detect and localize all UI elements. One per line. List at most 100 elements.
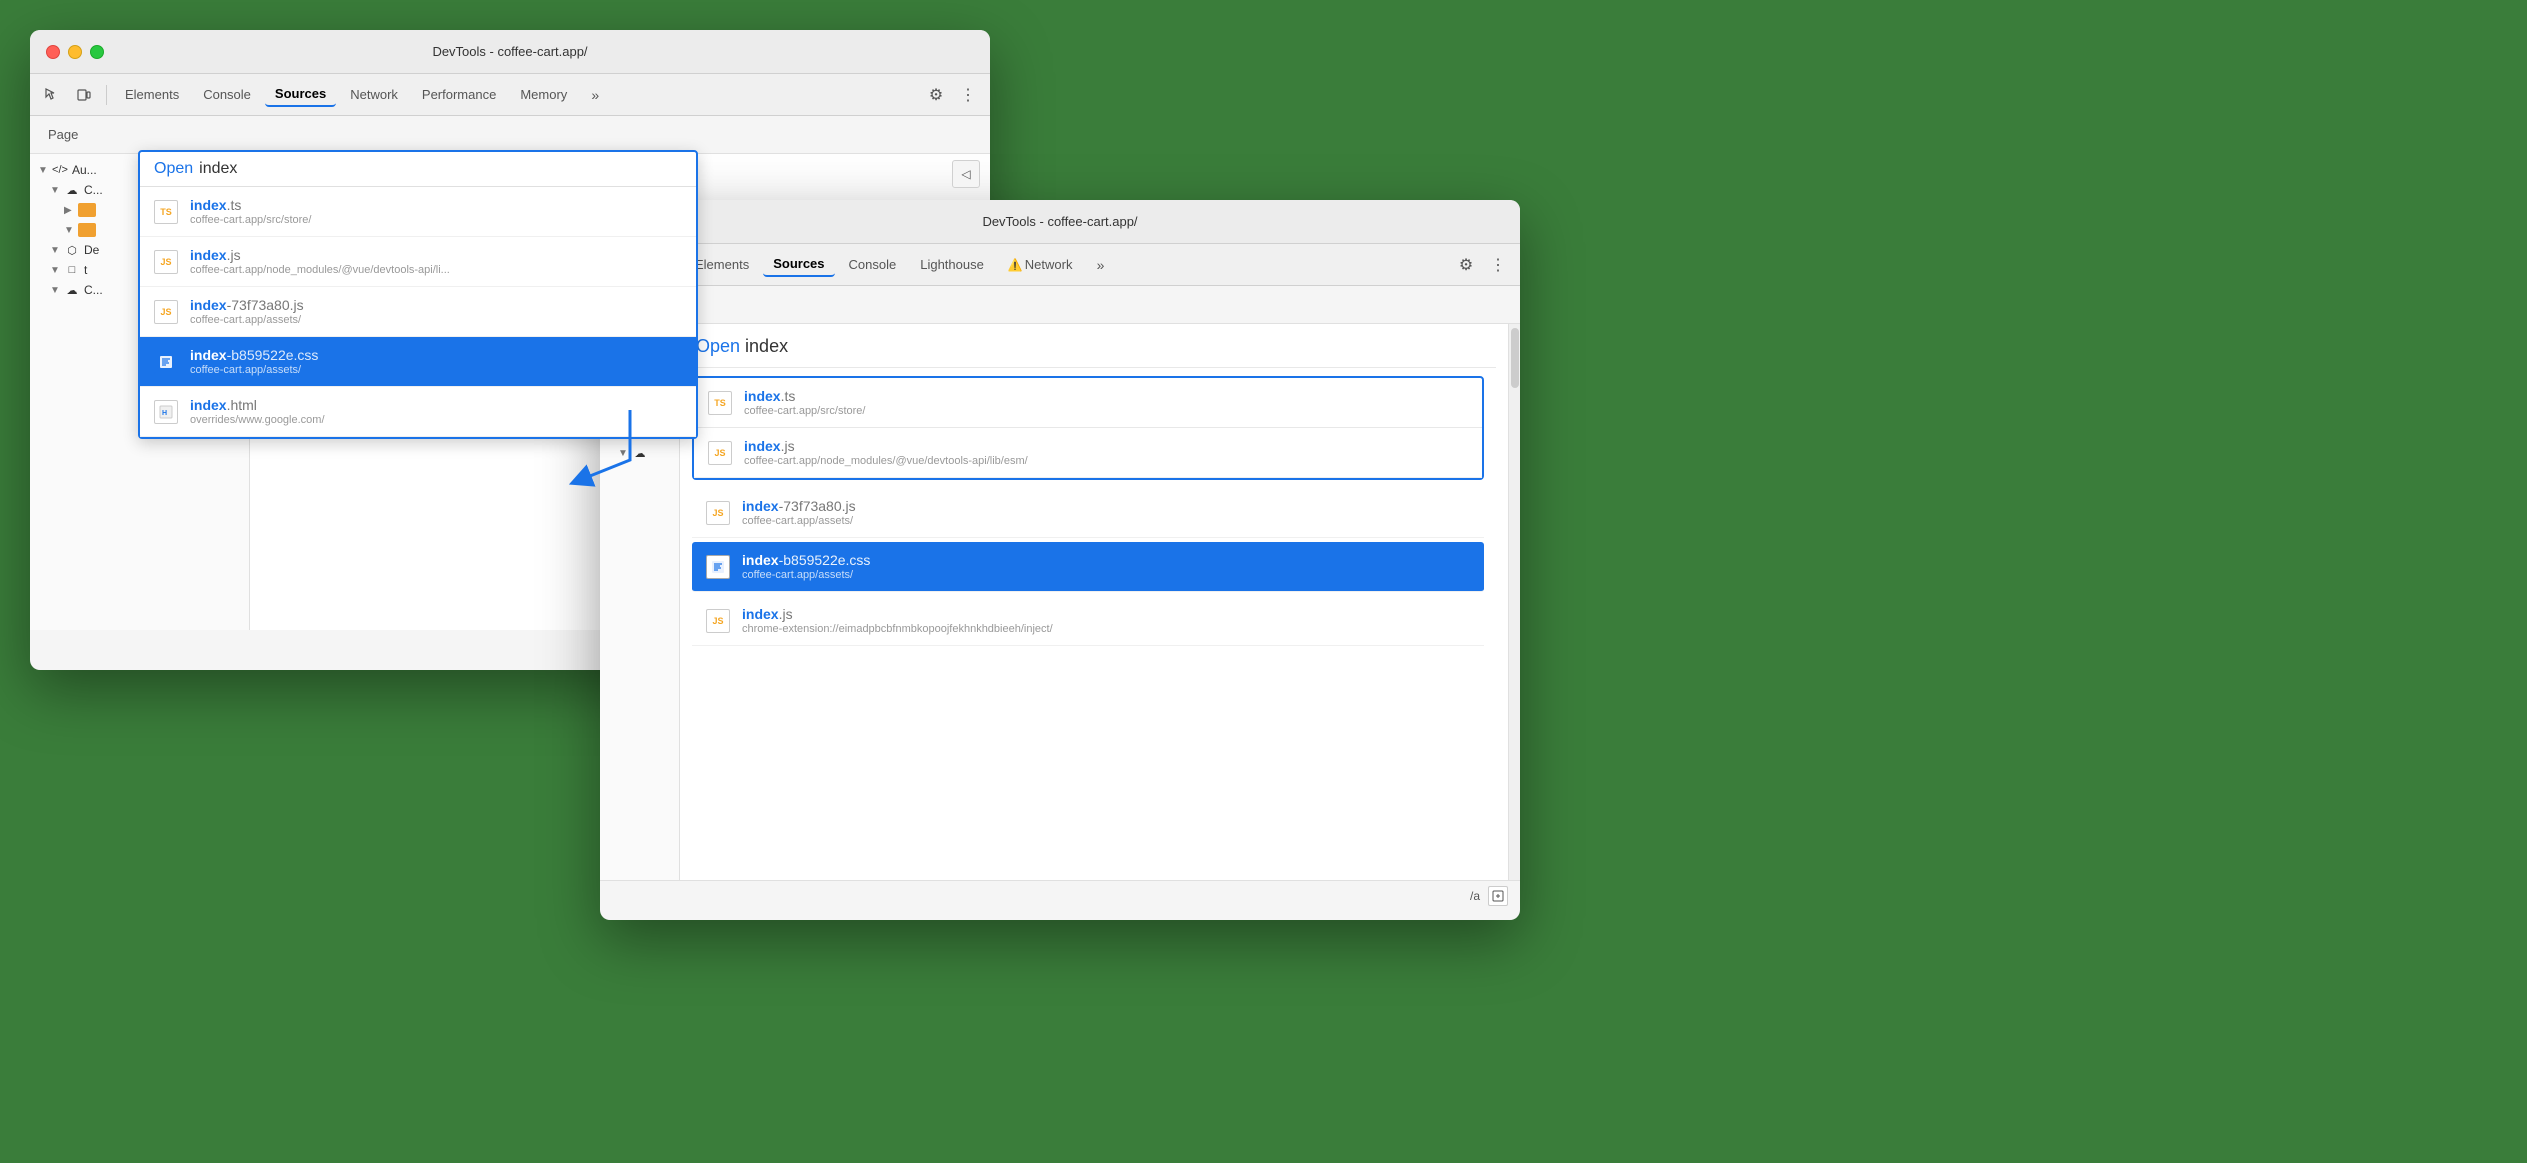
main-content-2: Open index TS index.ts coffee-cart.ap [680,324,1508,880]
file-result-ts-2[interactable]: TS index.ts coffee-cart.app/src/store/ [694,378,1482,428]
css-file-icon [711,560,725,574]
file-result-js1-2[interactable]: JS index.js coffee-cart.app/node_modules… [694,428,1482,478]
tab-elements-1[interactable]: Elements [115,83,189,106]
cube-icon-4: ⬡ [64,244,80,257]
svg-text:H: H [162,410,167,417]
bottom-bar-2: /a [600,880,1520,910]
bottom-icon-2[interactable] [1488,886,1508,906]
arrow-icon-3: ▼ [64,225,74,236]
separator-1 [106,85,107,105]
settings-icon-1[interactable]: ⚙ [922,81,950,109]
collapse-panel: ◁ [952,160,980,188]
tab-sources-2[interactable]: Sources [763,252,834,277]
open-input-1[interactable]: index [199,160,237,178]
open-file-area-2: Open index TS index.ts coffee-cart.ap [680,324,1496,880]
file-name-js2-1: index-73f73a80.js [190,297,682,313]
file-result-js3-2[interactable]: JS index.js chrome-extension://eimadpbcb… [692,596,1484,646]
file-path-js1-1: coffee-cart.app/node_modules/@vue/devtoo… [190,264,682,276]
maximize-button-1[interactable] [90,45,104,59]
file-icon-3 [78,223,96,237]
ts-icon-2: TS [708,391,732,415]
file-info-js1-1: index.js coffee-cart.app/node_modules/@v… [190,247,682,276]
expand-svg [1492,890,1504,902]
arrow-icon-0: ▼ [38,165,48,176]
css-icon-1 [154,350,178,374]
js-icon-2b: JS [708,441,732,465]
file-path-js2-1: coffee-cart.app/assets/ [190,314,682,326]
open-label-1: Open [154,160,193,178]
tree-label-1: C... [84,183,103,197]
settings-icon-2[interactable]: ⚙ [1452,251,1480,279]
cloud-icon-1: ☁ [64,184,80,197]
tab-memory-1[interactable]: Memory [510,83,577,106]
tab-console-1[interactable]: Console [193,83,261,106]
toolbar-1: Elements Console Sources Network Perform… [30,74,990,116]
file-path-js3-2: chrome-extension://eimadpbcbfnmbkopoojfe… [742,623,1470,635]
box-icon-5: □ [64,264,80,276]
js-icon-2a: JS [154,300,178,324]
scrollbar-thumb-2[interactable] [1511,328,1519,388]
body-2: ▶ </> Au ▼ ☁ ▼ ☁ ▼ ⬡ D ▼ □ [600,324,1520,880]
file-result-js2-1[interactable]: JS index-73f73a80.js coffee-cart.app/ass… [140,287,696,337]
device-icon[interactable] [70,81,98,109]
inspect-icon[interactable] [38,81,66,109]
file-path-js1-2: coffee-cart.app/node_modules/@vue/devtoo… [744,455,1468,467]
more-tabs-icon-2[interactable]: » [1086,251,1114,279]
devtools-window-2: DevTools - coffee-cart.app/ Elements Sou… [600,200,1520,920]
more-tabs-icon-1[interactable]: » [581,81,609,109]
tab-performance-1[interactable]: Performance [412,83,506,106]
tree-label-0: Au... [72,163,97,177]
tab-network-2[interactable]: ⚠️Network [998,253,1083,276]
file-name-js1-2: index.js [744,438,1468,454]
css-icon-2 [706,555,730,579]
file-path-css-1: coffee-cart.app/assets/ [190,364,682,376]
window-title-2: DevTools - coffee-cart.app/ [982,214,1137,229]
file-info-js2-2: index-73f73a80.js coffee-cart.app/assets… [742,498,1470,527]
open-file-dialog-1: Open index TS index.ts coffee-cart.app/s… [138,150,698,439]
tab-network-1[interactable]: Network [340,83,408,106]
file-info-js1-2: index.js coffee-cart.app/node_modules/@v… [744,438,1468,467]
file-result-css-1[interactable]: index-b859522e.css coffee-cart.app/asset… [140,337,696,387]
bottom-text-2: /a [1470,889,1480,903]
tab-sources-1[interactable]: Sources [265,82,336,107]
file-info-css-1: index-b859522e.css coffee-cart.app/asset… [190,347,682,376]
html-file-svg: H [159,405,173,419]
file-name-ts-1: index.ts [190,197,682,213]
close-button-1[interactable] [46,45,60,59]
file-info-ts-1: index.ts coffee-cart.app/src/store/ [190,197,682,226]
tree-label-4: De [84,243,99,257]
tab-lighthouse-2[interactable]: Lighthouse [910,253,994,276]
scrollbar-2[interactable] [1508,324,1520,880]
file-path-ts-1: coffee-cart.app/src/store/ [190,214,682,226]
minimize-button-1[interactable] [68,45,82,59]
ts-icon-1: TS [154,200,178,224]
code-icon-0: </> [52,164,68,176]
more-options-icon-2[interactable]: ⋮ [1484,251,1512,279]
file-info-js3-2: index.js chrome-extension://eimadpbcbfnm… [742,606,1470,635]
arrow-icon-5: ▼ [50,265,60,276]
file-result-js1-1[interactable]: JS index.js coffee-cart.app/node_modules… [140,237,696,287]
file-path-css-2: coffee-cart.app/assets/ [742,569,1470,581]
secondary-toolbar-1: Page [30,116,990,154]
file-result-js2-2[interactable]: JS index-73f73a80.js coffee-cart.app/ass… [692,488,1484,538]
file-info-js2-1: index-73f73a80.js coffee-cart.app/assets… [190,297,682,326]
search-bordered-group: TS index.ts coffee-cart.app/src/store/ J… [692,376,1484,480]
file-name-ts-2: index.ts [744,388,1468,404]
arrow-svg [540,400,660,520]
arrow-icon-4: ▼ [50,245,60,256]
html-icon-1: H [154,400,178,424]
file-path-ts-2: coffee-cart.app/src/store/ [744,405,1468,417]
file-result-ts-1[interactable]: TS index.ts coffee-cart.app/src/store/ [140,187,696,237]
page-tab-1[interactable]: Page [40,123,86,146]
cloud-icon-6: ☁ [64,284,80,297]
collapse-btn-1[interactable]: ◁ [952,160,980,188]
file-name-js1-1: index.js [190,247,682,263]
tab-console-2[interactable]: Console [839,253,907,276]
more-options-icon-1[interactable]: ⋮ [954,81,982,109]
toolbar-2: Elements Sources Console Lighthouse ⚠️Ne… [600,244,1520,286]
file-name-js2-2: index-73f73a80.js [742,498,1470,514]
traffic-lights-1 [46,45,104,59]
arrow-icon-6: ▼ [50,285,60,296]
open-file-header-2: Open index [680,324,1496,368]
file-result-css-2[interactable]: index-b859522e.css coffee-cart.app/asset… [692,542,1484,592]
